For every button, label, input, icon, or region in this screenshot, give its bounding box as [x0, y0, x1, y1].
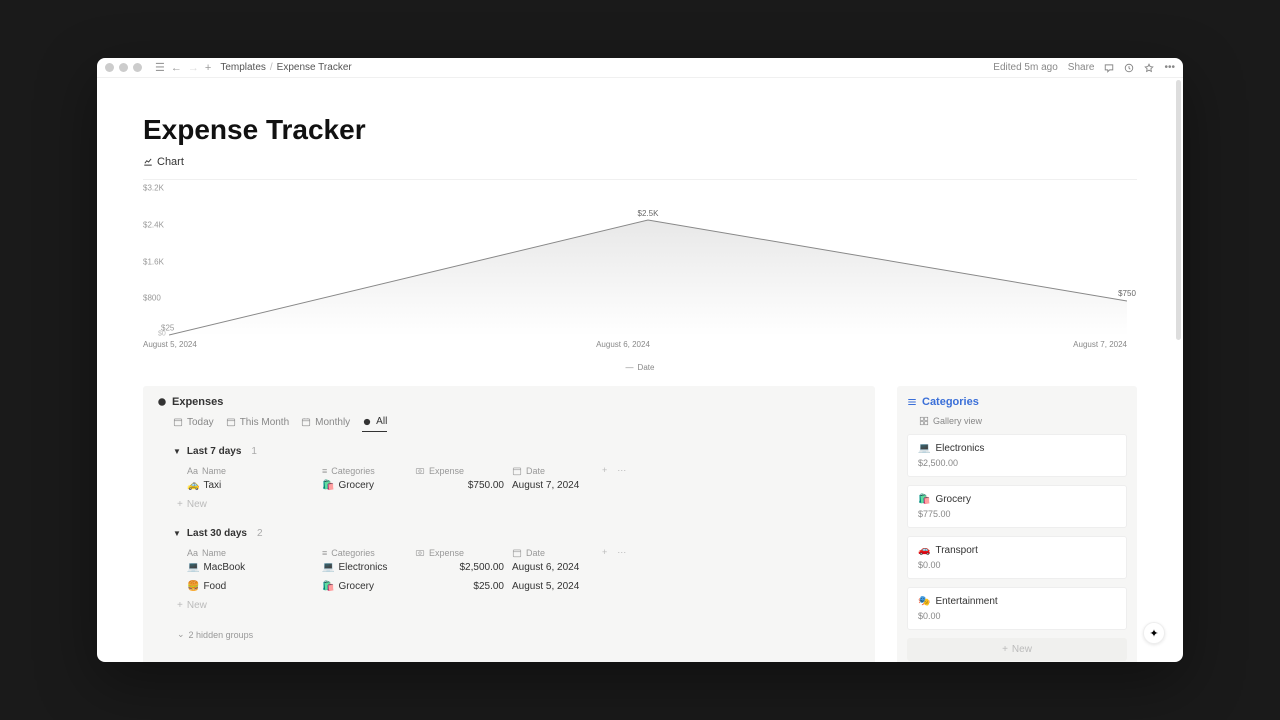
new-page-button[interactable]: + [205, 62, 211, 74]
x-tick: August 7, 2024 [1073, 340, 1127, 349]
maximize-window-button[interactable] [133, 63, 142, 72]
updates-icon[interactable] [1124, 63, 1134, 73]
col-categories[interactable]: ≡ Categories [322, 548, 415, 558]
app-window: ☰ ← → + Templates / Expense Tracker Edit… [97, 58, 1183, 662]
col-expense[interactable]: Expense [415, 466, 512, 476]
row-icon: 💻 [187, 562, 199, 573]
panels: Expenses Today This Month Monthly [143, 386, 1137, 662]
comments-icon[interactable] [1104, 63, 1114, 73]
new-row-button[interactable]: + New [157, 495, 861, 514]
collapse-icon: ▼ [173, 529, 181, 538]
y-tick: $3.2K [143, 184, 164, 193]
scrollbar[interactable] [1176, 80, 1181, 340]
page-title[interactable]: Expense Tracker [143, 114, 1137, 146]
breadcrumb: Templates / Expense Tracker [220, 62, 351, 73]
col-name[interactable]: Aa Name [187, 466, 322, 476]
tab-monthly[interactable]: Monthly [301, 416, 350, 432]
row-icon: 🍔 [187, 581, 199, 592]
table-header: Aa Name ≡ Categories Expense Date + ⋯ [157, 465, 861, 476]
collapse-icon: ▼ [173, 447, 181, 456]
category-amount: $775.00 [918, 509, 1116, 519]
chart-tab[interactable]: Chart [143, 156, 184, 173]
group-last-30-days[interactable]: ▼ Last 30 days 2 [157, 528, 861, 539]
group-last-7-days[interactable]: ▼ Last 7 days 1 [157, 446, 861, 457]
categories-title[interactable]: Categories [907, 396, 1127, 408]
x-tick: August 6, 2024 [596, 340, 650, 349]
category-icon: 🛍️ [322, 581, 334, 592]
share-button[interactable]: Share [1068, 62, 1095, 73]
category-icon: 🎭 [918, 596, 930, 607]
x-tick: August 5, 2024 [143, 340, 197, 349]
new-category-button[interactable]: + New [907, 638, 1127, 661]
gallery-view-tab[interactable]: Gallery view [907, 416, 1127, 426]
category-icon: 🚗 [918, 545, 930, 556]
tab-all[interactable]: All [362, 416, 387, 432]
category-icon: 🛍️ [322, 480, 334, 491]
table-row[interactable]: 🍔Food 🛍️Grocery $25.00 August 5, 2024 [157, 577, 861, 596]
titlebar-actions: Edited 5m ago Share ••• [993, 62, 1175, 73]
category-card-transport[interactable]: 🚗Transport $0.00 [907, 536, 1127, 579]
ai-assist-button[interactable]: ✦ [1143, 622, 1165, 644]
y-tick: $800 [143, 294, 161, 303]
category-icon: 🛍️ [918, 494, 930, 505]
add-column-icon[interactable]: + [602, 465, 607, 476]
expenses-title[interactable]: Expenses [157, 396, 861, 408]
column-more-icon[interactable]: ⋯ [617, 547, 626, 558]
table-header: Aa Name ≡ Categories Expense Date + ⋯ [157, 547, 861, 558]
hidden-groups-toggle[interactable]: ⌄ 2 hidden groups [157, 629, 861, 640]
category-card-electronics[interactable]: 💻Electronics $2,500.00 [907, 434, 1127, 477]
window-controls [105, 63, 142, 72]
chevron-down-icon: ⌄ [177, 629, 185, 640]
col-name[interactable]: Aa Name [187, 548, 322, 558]
page-content: Expense Tracker Chart $3.2K $2.4K $1.6K … [97, 78, 1183, 662]
category-card-entertainment[interactable]: 🎭Entertainment $0.00 [907, 587, 1127, 630]
column-more-icon[interactable]: ⋯ [617, 465, 626, 476]
chart-tab-label: Chart [157, 156, 184, 168]
y-tick: $2.4K [143, 221, 164, 230]
add-column-icon[interactable]: + [602, 547, 607, 558]
chart: $3.2K $2.4K $1.6K $800 $25 $0 $2.5K $750… [143, 179, 1137, 359]
chart-legend: —Date [143, 363, 1137, 372]
category-amount: $0.00 [918, 560, 1116, 570]
row-icon: 🚕 [187, 480, 199, 491]
minimize-window-button[interactable] [119, 63, 128, 72]
breadcrumb-item[interactable]: Expense Tracker [277, 62, 352, 73]
sidebar-toggle-icon[interactable]: ☰ [155, 61, 165, 74]
favorite-icon[interactable] [1144, 63, 1154, 73]
category-icon: 💻 [322, 562, 334, 573]
breadcrumb-item[interactable]: Templates [220, 62, 266, 73]
back-button[interactable]: ← [171, 62, 182, 74]
titlebar: ☰ ← → + Templates / Expense Tracker Edit… [97, 58, 1183, 78]
expenses-tabs: Today This Month Monthly All [157, 416, 861, 432]
category-amount: $2,500.00 [918, 458, 1116, 468]
category-amount: $0.00 [918, 611, 1116, 621]
col-expense[interactable]: Expense [415, 548, 512, 558]
category-icon: 💻 [918, 443, 930, 454]
breadcrumb-separator: / [270, 62, 273, 73]
edited-label: Edited 5m ago [993, 62, 1058, 73]
col-date[interactable]: Date [512, 466, 602, 476]
new-row-button[interactable]: + New [157, 596, 861, 615]
category-card-grocery[interactable]: 🛍️Grocery $775.00 [907, 485, 1127, 528]
col-categories[interactable]: ≡ Categories [322, 466, 415, 476]
y-tick: $1.6K [143, 258, 164, 267]
forward-button[interactable]: → [188, 62, 199, 74]
close-window-button[interactable] [105, 63, 114, 72]
table-row[interactable]: 🚕Taxi 🛍️Grocery $750.00 August 7, 2024 [157, 476, 861, 495]
col-date[interactable]: Date [512, 548, 602, 558]
tab-today[interactable]: Today [173, 416, 214, 432]
expenses-panel: Expenses Today This Month Monthly [143, 386, 875, 662]
chart-line [169, 184, 1127, 336]
tab-this-month[interactable]: This Month [226, 416, 289, 432]
origin-label: $0 [158, 331, 166, 338]
more-icon[interactable]: ••• [1164, 62, 1175, 73]
categories-panel: Categories Gallery view 💻Electronics $2,… [897, 386, 1137, 662]
table-row[interactable]: 💻MacBook 💻Electronics $2,500.00 August 6… [157, 558, 861, 577]
